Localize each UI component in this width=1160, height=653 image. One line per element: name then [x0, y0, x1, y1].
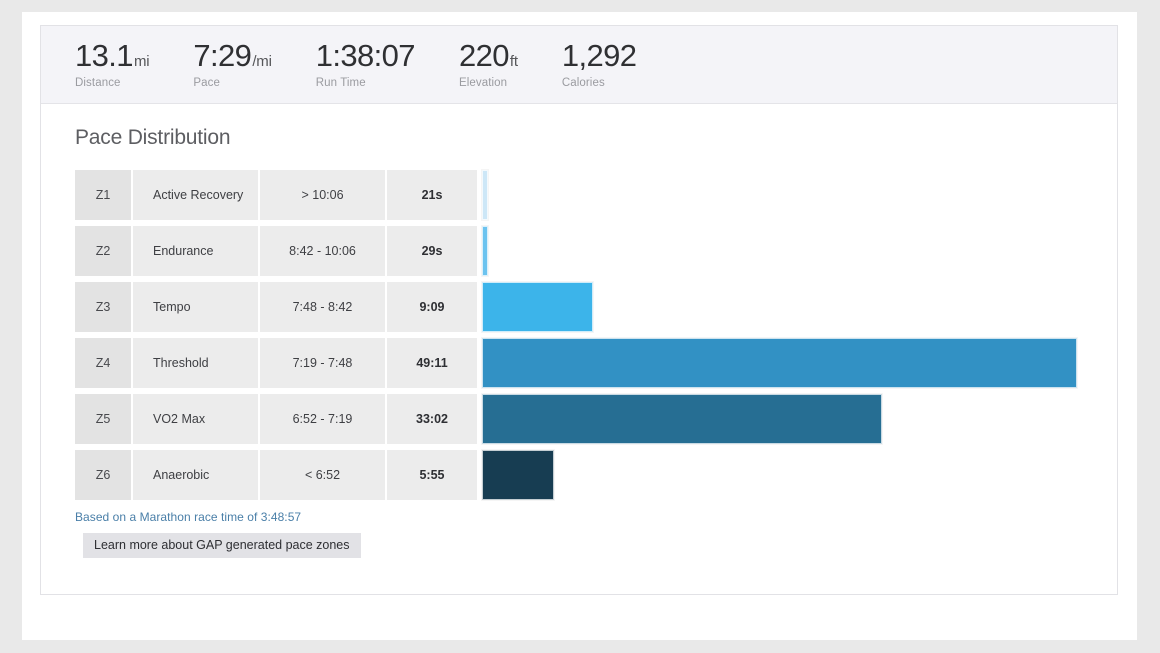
stat-value-row: 13.1 mi	[75, 38, 150, 73]
table-row: Z2 Endurance 8:42 - 10:06 29s	[75, 226, 1085, 276]
zone-bar[interactable]	[482, 450, 554, 500]
stat-label: Calories	[561, 76, 605, 89]
bar-track	[477, 338, 1085, 388]
zone-name-cell: Anaerobic	[133, 450, 258, 500]
stat-value: 7:29	[193, 38, 252, 73]
zone-bar[interactable]	[482, 226, 488, 276]
table-row: Z1 Active Recovery > 10:06 21s	[75, 170, 1085, 220]
zone-time-cell: 49:11	[387, 338, 477, 388]
zone-bar[interactable]	[482, 338, 1077, 388]
bar-track	[477, 450, 1085, 500]
pace-range-cell: 6:52 - 7:19	[260, 394, 385, 444]
zone-name-cell: Endurance	[133, 226, 258, 276]
page-title: Pace Distribution	[75, 126, 231, 149]
stat-value-row: 7:29/mi	[193, 38, 272, 73]
pace-range-cell: < 6:52	[260, 450, 385, 500]
stat-block-run-time: 1:38:07 Run Time	[315, 38, 416, 89]
bar-track	[477, 226, 1085, 276]
zone-name-cell: Threshold	[133, 338, 258, 388]
stat-block-distance: 13.1 mi Distance	[75, 38, 150, 89]
pace-zone-table: Z1 Active Recovery > 10:06 21s Z2 Endurance 8:…	[75, 170, 1085, 500]
zone-time-cell: 29s	[387, 226, 477, 276]
activity-stats-bar: 13.1 mi Distance 7:29/mi Pace 1:38:07 Run Time…	[41, 26, 1117, 104]
bar-track	[477, 394, 1085, 444]
stat-value: 220	[458, 38, 510, 73]
stat-label: Run Time	[315, 76, 366, 89]
learn-more-button[interactable]: Learn more about GAP generated pace zone…	[83, 533, 361, 558]
stat-label: Pace	[193, 76, 220, 89]
zone-bar[interactable]	[482, 394, 882, 444]
stat-block-pace: 7:29/mi Pace	[193, 38, 272, 89]
bar-track	[477, 170, 1085, 220]
pace-range-cell: 7:48 - 8:42	[260, 282, 385, 332]
table-row: Z6 Anaerobic < 6:52 5:55	[75, 450, 1085, 500]
pace-range-cell: 8:42 - 10:06	[260, 226, 385, 276]
card-body: Pace Distribution Z1 Active Recovery > 10:…	[41, 104, 1117, 558]
zone-name-cell: Tempo	[133, 282, 258, 332]
zone-bar[interactable]	[482, 282, 593, 332]
stat-block-elevation: 220 ft Elevation	[459, 40, 518, 89]
stat-value-row: 220 ft	[459, 40, 518, 72]
zone-id-cell: Z3	[75, 282, 131, 332]
zone-time-cell: 5:55	[387, 450, 477, 500]
stat-label: Distance	[75, 76, 121, 89]
stat-value-row: 1:38:07	[315, 38, 416, 73]
zone-time-cell: 9:09	[387, 282, 477, 332]
zone-id-cell: Z2	[75, 226, 131, 276]
pace-range-cell: > 10:06	[260, 170, 385, 220]
race-time-footnote[interactable]: Based on a Marathon race time of 3:48:57	[75, 510, 1117, 524]
table-row: Z4 Threshold 7:19 - 7:48 49:11	[75, 338, 1085, 388]
zone-name-cell: VO2 Max	[133, 394, 258, 444]
stat-value: 1:38:07	[315, 38, 416, 73]
table-row: Z5 VO2 Max 6:52 - 7:19 33:02	[75, 394, 1085, 444]
zone-bar[interactable]	[482, 170, 488, 220]
zone-id-cell: Z5	[75, 394, 131, 444]
stat-block-calories: 1,292 Calories	[562, 40, 637, 89]
stat-unit: ft	[509, 53, 518, 70]
zone-name-cell: Active Recovery	[133, 170, 258, 220]
bar-track	[477, 282, 1085, 332]
outer-panel: 13.1 mi Distance 7:29/mi Pace 1:38:07 Run Time…	[22, 12, 1137, 640]
stat-value: 13.1	[75, 38, 134, 73]
zone-id-cell: Z6	[75, 450, 131, 500]
zone-time-cell: 21s	[387, 170, 477, 220]
stat-unit: /mi	[252, 53, 272, 70]
activity-card: 13.1 mi Distance 7:29/mi Pace 1:38:07 Run Time…	[40, 25, 1118, 595]
table-row: Z3 Tempo 7:48 - 8:42 9:09	[75, 282, 1085, 332]
stat-value: 1,292	[561, 38, 637, 73]
zone-id-cell: Z1	[75, 170, 131, 220]
pace-range-cell: 7:19 - 7:48	[260, 338, 385, 388]
zone-time-cell: 33:02	[387, 394, 477, 444]
stat-label: Elevation	[458, 76, 508, 89]
zone-id-cell: Z4	[75, 338, 131, 388]
stat-unit: mi	[133, 53, 150, 70]
stat-value-row: 1,292	[562, 40, 637, 72]
